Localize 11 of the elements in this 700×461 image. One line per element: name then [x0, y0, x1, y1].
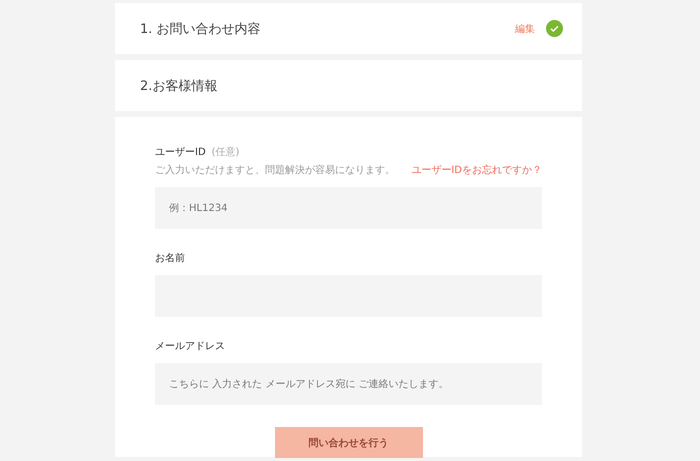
field-hint: ご入力いただけますと、問題解決が容易になります。: [155, 164, 395, 177]
edit-link[interactable]: 編集: [515, 22, 535, 36]
step-title: 2.お客様情報: [140, 78, 218, 94]
input-field[interactable]: こちらに 入力された メールアドレス宛に ご連絡いたします。: [155, 363, 542, 405]
optional-note: (任意): [212, 146, 240, 159]
field-label: お名前: [155, 252, 185, 265]
forgot-link[interactable]: ユーザーIDをお忘れですか？: [411, 163, 542, 177]
field-label: メールアドレス: [155, 340, 225, 353]
step-title: 1. お問い合わせ内容: [140, 20, 261, 38]
input-field[interactable]: 例：HL1234: [155, 187, 542, 229]
field-label: ユーザーID: [155, 146, 206, 159]
